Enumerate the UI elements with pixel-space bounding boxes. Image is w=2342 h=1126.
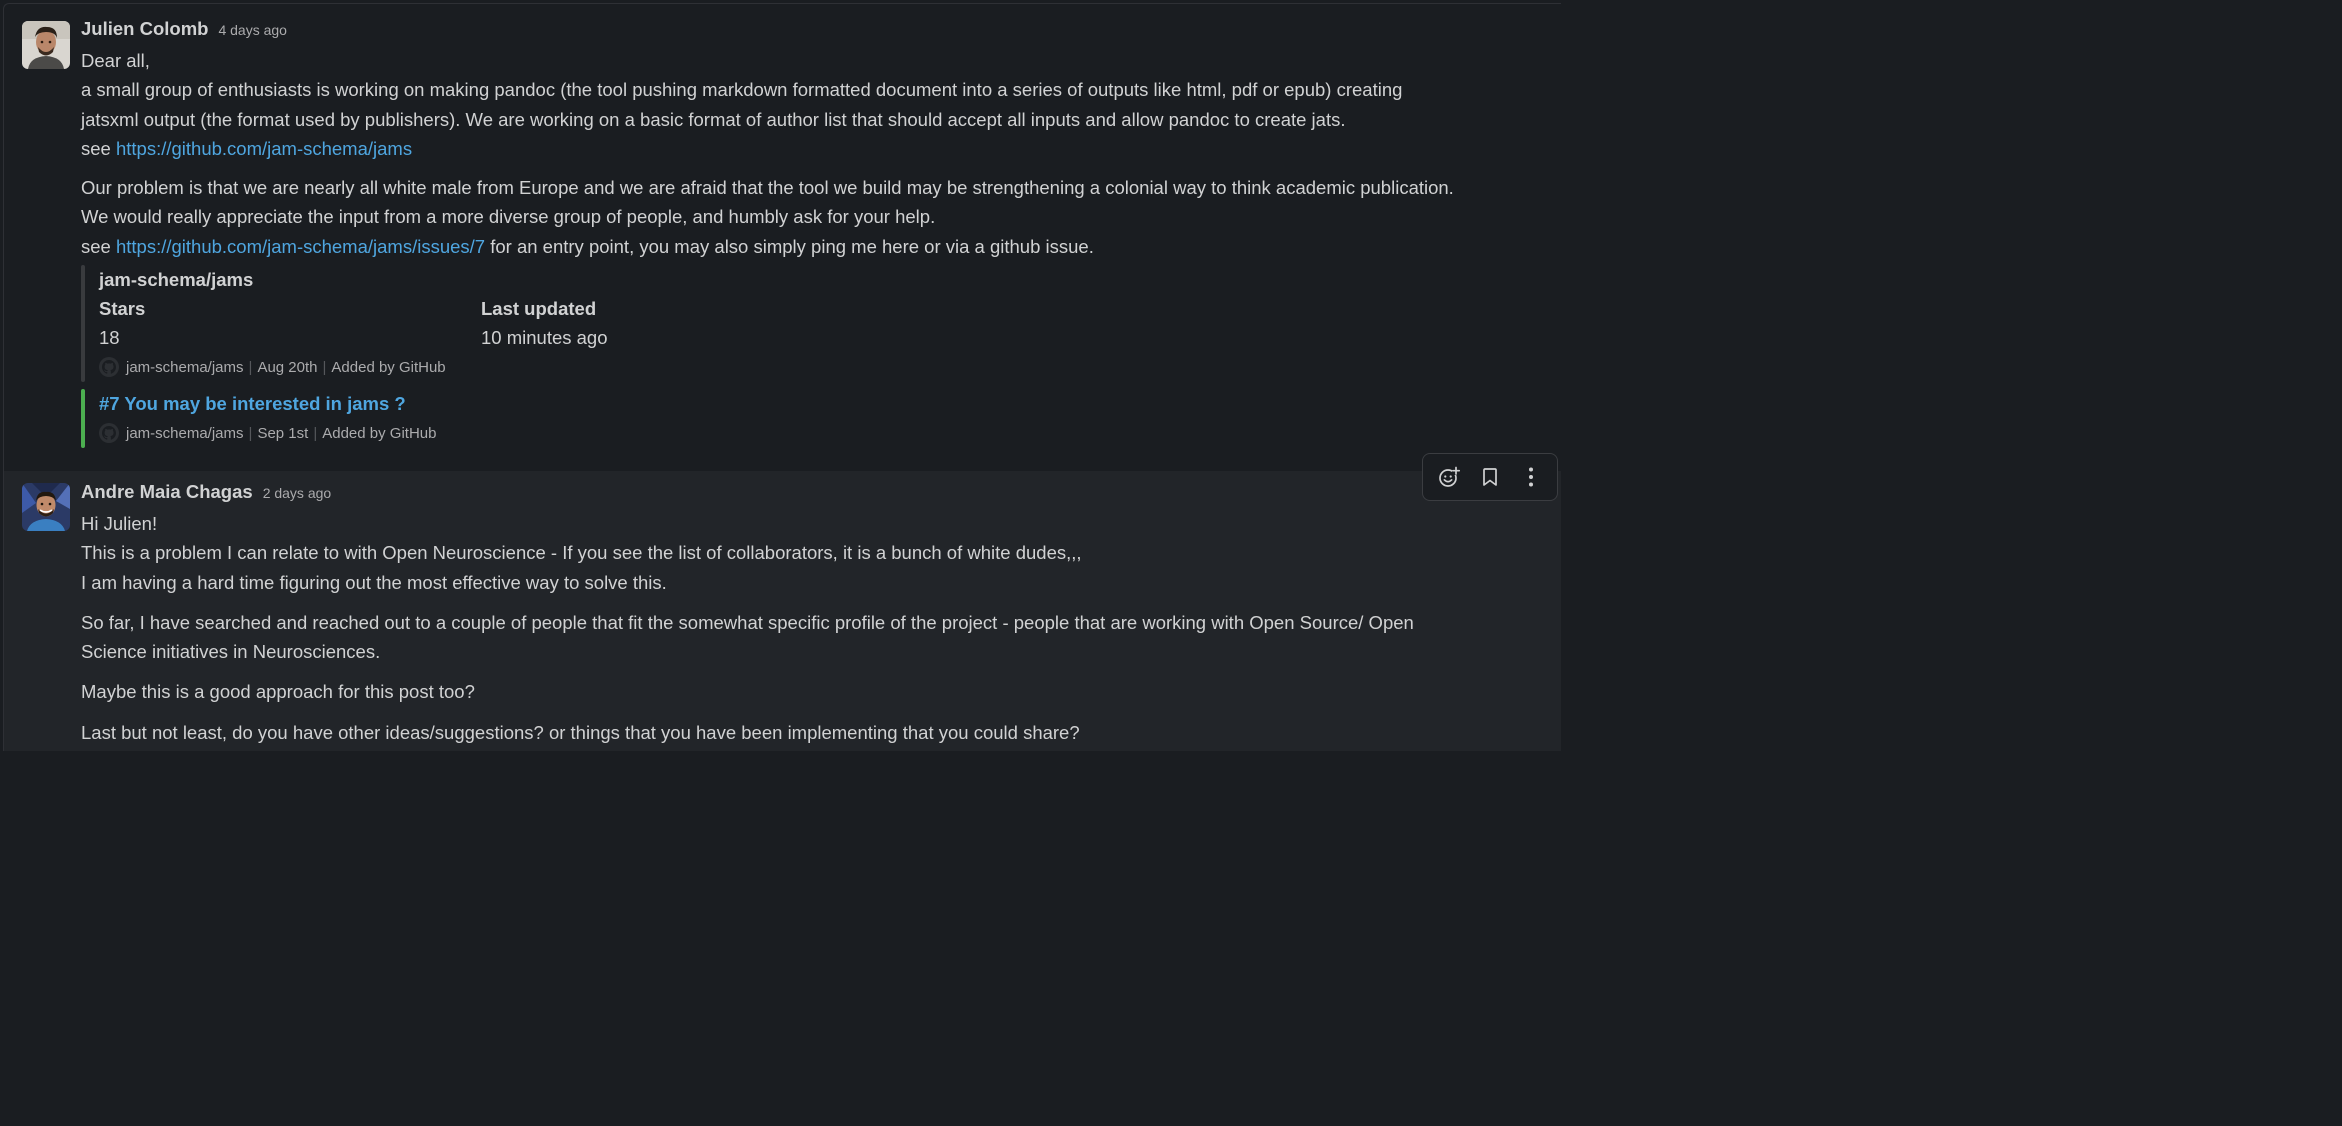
message-line: Hi Julien! xyxy=(81,513,158,534)
message-line: Science initiatives in Neurosciences. xyxy=(81,641,381,663)
issue-unfurl: #7 You may be interested in jams ? jam-s… xyxy=(81,389,1558,449)
github-icon xyxy=(99,423,119,444)
unfurl-repo-title[interactable]: jam-schema/jams xyxy=(99,265,1558,294)
message-line: We would really appreciate the input fro… xyxy=(81,206,936,228)
message-header: Julien Colomb 4 days ago xyxy=(81,18,1558,46)
see-text: see xyxy=(81,235,116,257)
unfurl-bar xyxy=(81,265,85,383)
stars-label: Stars xyxy=(99,298,146,320)
message-content: Andre Maia Chagas 2 days ago Hi Julien! … xyxy=(81,481,1558,747)
repo-link[interactable]: https://github.com/jam-schema/jams xyxy=(116,138,412,159)
repo-unfurl: jam-schema/jams Stars 18 Last updated 10… xyxy=(81,265,1558,383)
message-line: Maybe this is a good approach for this p… xyxy=(81,681,475,703)
save-button[interactable] xyxy=(1472,459,1508,495)
footer-repo[interactable]: jam-schema/jams xyxy=(126,359,244,376)
unfurl-issue-title[interactable]: #7 You may be interested in jams ? xyxy=(99,389,1558,418)
message-julien[interactable]: Julien Colomb 4 days ago Dear all, a sma… xyxy=(4,4,1561,471)
last-updated-field: Last updated 10 minutes ago xyxy=(481,294,863,352)
author-name[interactable]: Julien Colomb xyxy=(81,18,208,40)
footer-date: Sep 1st xyxy=(257,424,309,442)
message-line: see https://github.com/jam-schema/jams/i… xyxy=(81,232,1558,261)
author-name[interactable]: Andre Maia Chagas xyxy=(81,481,253,503)
unfurl-footer: jam-schema/jams | Sep 1st | Added by Git… xyxy=(99,418,1558,448)
unfurl-fields: Stars 18 Last updated 10 minutes ago xyxy=(99,294,1558,352)
timestamp[interactable]: 4 days ago xyxy=(218,22,287,38)
last-updated-value: 10 minutes ago xyxy=(481,327,608,349)
more-actions-icon xyxy=(1528,467,1533,487)
footer-date: Aug 20th xyxy=(257,358,318,376)
avatar[interactable] xyxy=(22,483,70,531)
footer-repo[interactable]: jam-schema/jams xyxy=(126,425,244,442)
bookmark-icon xyxy=(1483,468,1497,486)
message-line: Dear all, xyxy=(81,50,150,71)
message-body: Dear all, a small group of enthusiasts i… xyxy=(81,46,1558,261)
message-pane: Julien Colomb 4 days ago Dear all, a sma… xyxy=(3,3,1561,751)
message-line: see https://github.com/jam-schema/jams xyxy=(81,134,1558,163)
footer-added-by: Added by GitHub xyxy=(322,424,437,442)
message-content: Julien Colomb 4 days ago Dear all, a sma… xyxy=(81,18,1558,449)
add-reaction-button[interactable] xyxy=(1431,459,1467,495)
footer-added-by: Added by GitHub xyxy=(331,358,446,376)
last-updated-label: Last updated xyxy=(481,298,597,320)
message-line: So far, I have searched and reached out … xyxy=(81,611,1414,633)
timestamp[interactable]: 2 days ago xyxy=(263,485,332,501)
issue-link[interactable]: https://github.com/jam-schema/jams/issue… xyxy=(116,236,485,257)
message-line: jatsxml output (the format used by publi… xyxy=(81,108,1346,130)
entry-point-text: for an entry point, you may also simply … xyxy=(485,235,1094,257)
message-line: I am having a hard time figuring out the… xyxy=(81,571,667,593)
message-andre[interactable]: Andre Maia Chagas 2 days ago Hi Julien! … xyxy=(4,471,1561,751)
add-reaction-icon xyxy=(1439,466,1461,487)
message-actions-toolbar xyxy=(1422,453,1558,501)
stars-value: 18 xyxy=(99,327,120,349)
message-body: Hi Julien! This is a problem I can relat… xyxy=(81,509,1558,747)
github-icon xyxy=(99,357,119,378)
more-actions-button[interactable] xyxy=(1513,459,1549,495)
message-line: Last but not least, do you have other id… xyxy=(81,721,1080,743)
stars-field: Stars 18 xyxy=(99,294,481,352)
message-header: Andre Maia Chagas 2 days ago xyxy=(81,481,1558,509)
message-line: This is a problem I can relate to with O… xyxy=(81,542,1082,564)
message-line: a small group of enthusiasts is working … xyxy=(81,79,1403,101)
unfurl-footer: jam-schema/jams | Aug 20th | Added by Gi… xyxy=(99,352,1558,382)
unfurl-bar xyxy=(81,389,85,449)
avatar[interactable] xyxy=(22,21,70,69)
see-text: see xyxy=(81,137,116,159)
message-line: Our problem is that we are nearly all wh… xyxy=(81,177,1454,199)
